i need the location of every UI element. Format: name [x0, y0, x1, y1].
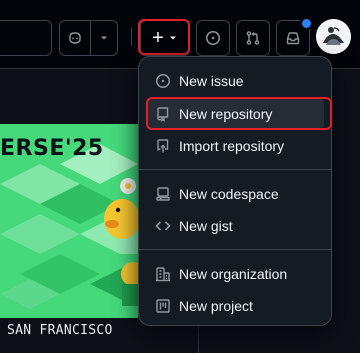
search-input[interactable] — [0, 20, 52, 56]
banner-title: ERSE'25 — [0, 136, 104, 161]
menu-item-label: Import repository — [179, 138, 285, 154]
code-icon — [147, 218, 179, 234]
menu-item-import-repository[interactable]: Import repository — [147, 130, 324, 162]
notification-indicator — [300, 17, 313, 30]
menu-item-label: New repository — [179, 106, 273, 122]
menu-item-new-project[interactable]: New project — [147, 290, 324, 322]
menu-item-new-issue[interactable]: New issue — [147, 65, 324, 97]
menu-item-new-codespace[interactable]: New codespace — [147, 178, 324, 210]
repo-push-icon — [147, 138, 179, 154]
menu-item-label: New gist — [179, 218, 233, 234]
inbox-icon — [286, 32, 300, 45]
copilot-chevron-down-icon[interactable] — [91, 21, 117, 55]
issues-button[interactable] — [196, 20, 230, 56]
create-new-menu: New issue New repository Import reposito… — [138, 56, 332, 326]
menu-item-new-organization[interactable]: New organization — [147, 258, 324, 290]
organization-icon — [147, 266, 179, 282]
issue-opened-icon — [147, 73, 179, 89]
pull-requests-button[interactable] — [236, 20, 270, 56]
menu-item-new-repository[interactable]: New repository — [147, 98, 324, 130]
copilot-icon[interactable] — [60, 21, 91, 55]
menu-divider — [139, 249, 331, 250]
git-pull-request-icon — [246, 31, 260, 45]
user-avatar[interactable] — [316, 19, 351, 54]
github-page: + ERSE'25 SAN FRANCISCO New issue New re… — [0, 0, 360, 353]
menu-item-label: New issue — [179, 73, 244, 89]
repo-icon — [147, 106, 179, 122]
header-divider — [131, 28, 132, 46]
universe-banner[interactable]: ERSE'25 — [0, 124, 138, 318]
menu-item-label: New codespace — [179, 186, 279, 202]
menu-item-label: New organization — [179, 266, 288, 282]
banner-location: SAN FRANCISCO — [7, 323, 113, 338]
create-new-button[interactable]: + — [140, 20, 190, 56]
chevron-down-icon — [169, 36, 176, 40]
issue-opened-icon — [206, 31, 220, 45]
codespaces-icon — [147, 186, 179, 202]
menu-item-label: New project — [179, 298, 253, 314]
plus-icon: + — [152, 27, 164, 49]
menu-item-new-gist[interactable]: New gist — [147, 210, 324, 242]
project-icon — [147, 298, 179, 314]
copilot-button[interactable] — [59, 20, 118, 56]
menu-divider — [139, 169, 331, 170]
